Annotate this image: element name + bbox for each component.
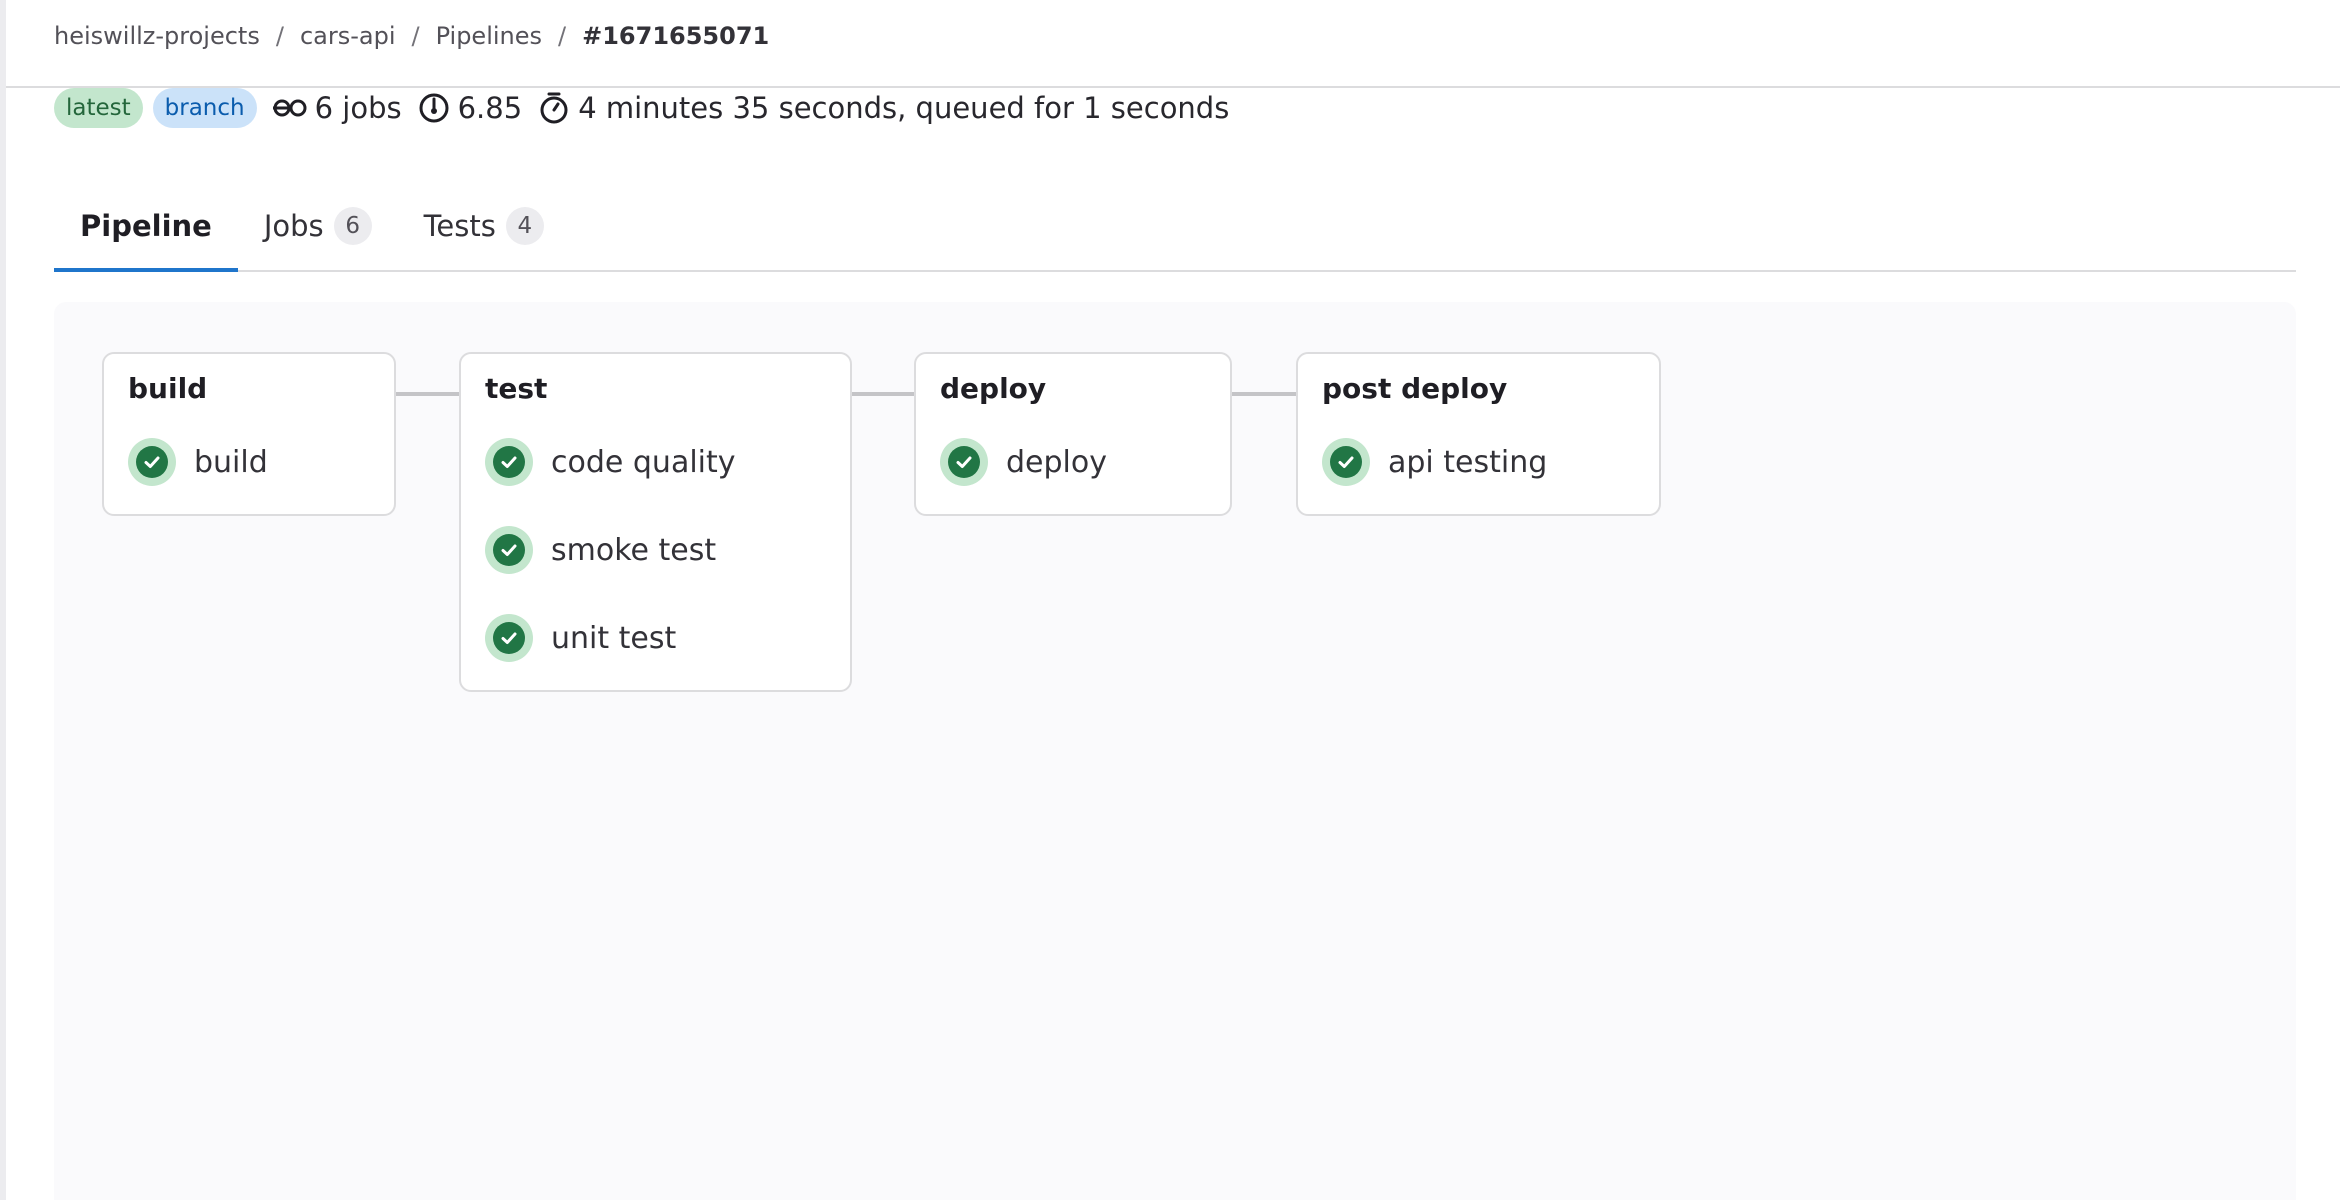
success-status-icon	[128, 438, 176, 486]
stage-deploy: deploy deploy	[914, 352, 1232, 516]
success-status-icon	[485, 614, 533, 662]
stage-title: post deploy	[1322, 372, 1508, 405]
left-sidebar-edge	[0, 0, 6, 1200]
stage-title: deploy	[940, 372, 1047, 405]
latest-badge: latest	[54, 88, 143, 128]
tab-jobs[interactable]: Jobs 6	[238, 182, 398, 270]
breadcrumb: heiswillz-projects / cars-api / Pipeline…	[54, 22, 769, 50]
stage-connector	[394, 392, 464, 396]
timer-icon	[540, 92, 568, 124]
success-status-icon	[1322, 438, 1370, 486]
stage-connector	[851, 392, 921, 396]
pipeline-icon	[272, 99, 307, 117]
tab-tests[interactable]: Tests 4	[398, 182, 570, 270]
pipeline-tabs: Pipeline Jobs 6 Tests 4	[54, 182, 2296, 272]
job-name: build	[194, 444, 268, 480]
breadcrumb-separator: /	[411, 22, 420, 50]
stage-title: build	[128, 372, 208, 405]
tests-count-badge: 4	[505, 207, 544, 245]
jobs-count-badge: 6	[333, 207, 372, 245]
job-name: deploy	[1006, 444, 1107, 480]
jobs-count-text: 6 jobs	[314, 91, 402, 125]
pipeline-meta-row: latest branch 6 jobs 6.85 4 minutes 35 s…	[54, 86, 1235, 130]
branch-badge: branch	[152, 88, 257, 128]
breadcrumb-item-pipelines[interactable]: Pipelines	[436, 22, 542, 50]
breadcrumb-current-pipeline[interactable]: #1671655071	[582, 22, 769, 50]
breadcrumb-separator: /	[558, 22, 567, 50]
stage-build: build build	[102, 352, 396, 516]
compute-value: 6.85	[457, 91, 523, 125]
duration-text: 4 minutes 35 seconds, queued for 1 secon…	[578, 91, 1230, 125]
breadcrumb-item-project[interactable]: cars-api	[300, 22, 396, 50]
breadcrumb-separator: /	[275, 22, 284, 50]
job-deploy[interactable]: deploy	[940, 436, 1107, 488]
pipeline-page: heiswillz-projects / cars-api / Pipeline…	[54, 0, 2296, 1200]
stage-title: test	[485, 372, 548, 405]
success-status-icon	[485, 438, 533, 486]
job-name: smoke test	[551, 532, 717, 568]
stage-post-deploy: post deploy api testing	[1296, 352, 1661, 516]
stage-test: test code quality smoke test unit test	[459, 352, 852, 692]
success-status-icon	[485, 526, 533, 574]
tab-label: Pipeline	[80, 209, 212, 243]
job-build[interactable]: build	[128, 436, 268, 488]
job-code-quality[interactable]: code quality	[485, 436, 736, 488]
compute-minutes: 6.85	[418, 91, 523, 125]
success-status-icon	[940, 438, 988, 486]
compute-gauge-icon	[419, 93, 449, 123]
pipeline-graph: build build test code quality smoke test…	[54, 302, 2296, 1200]
job-name: api testing	[1388, 444, 1548, 480]
jobs-count: 6 jobs	[272, 91, 402, 125]
job-api-testing[interactable]: api testing	[1322, 436, 1547, 488]
job-name: code quality	[551, 444, 736, 480]
pipeline-duration: 4 minutes 35 seconds, queued for 1 secon…	[538, 91, 1229, 125]
stage-connector	[1232, 392, 1302, 396]
tab-label: Jobs	[263, 209, 324, 243]
job-name: unit test	[551, 620, 677, 656]
job-smoke-test[interactable]: smoke test	[485, 524, 716, 576]
tab-label: Tests	[423, 209, 496, 243]
breadcrumb-item-group[interactable]: heiswillz-projects	[54, 22, 260, 50]
tab-pipeline[interactable]: Pipeline	[54, 182, 238, 272]
job-unit-test[interactable]: unit test	[485, 612, 676, 664]
